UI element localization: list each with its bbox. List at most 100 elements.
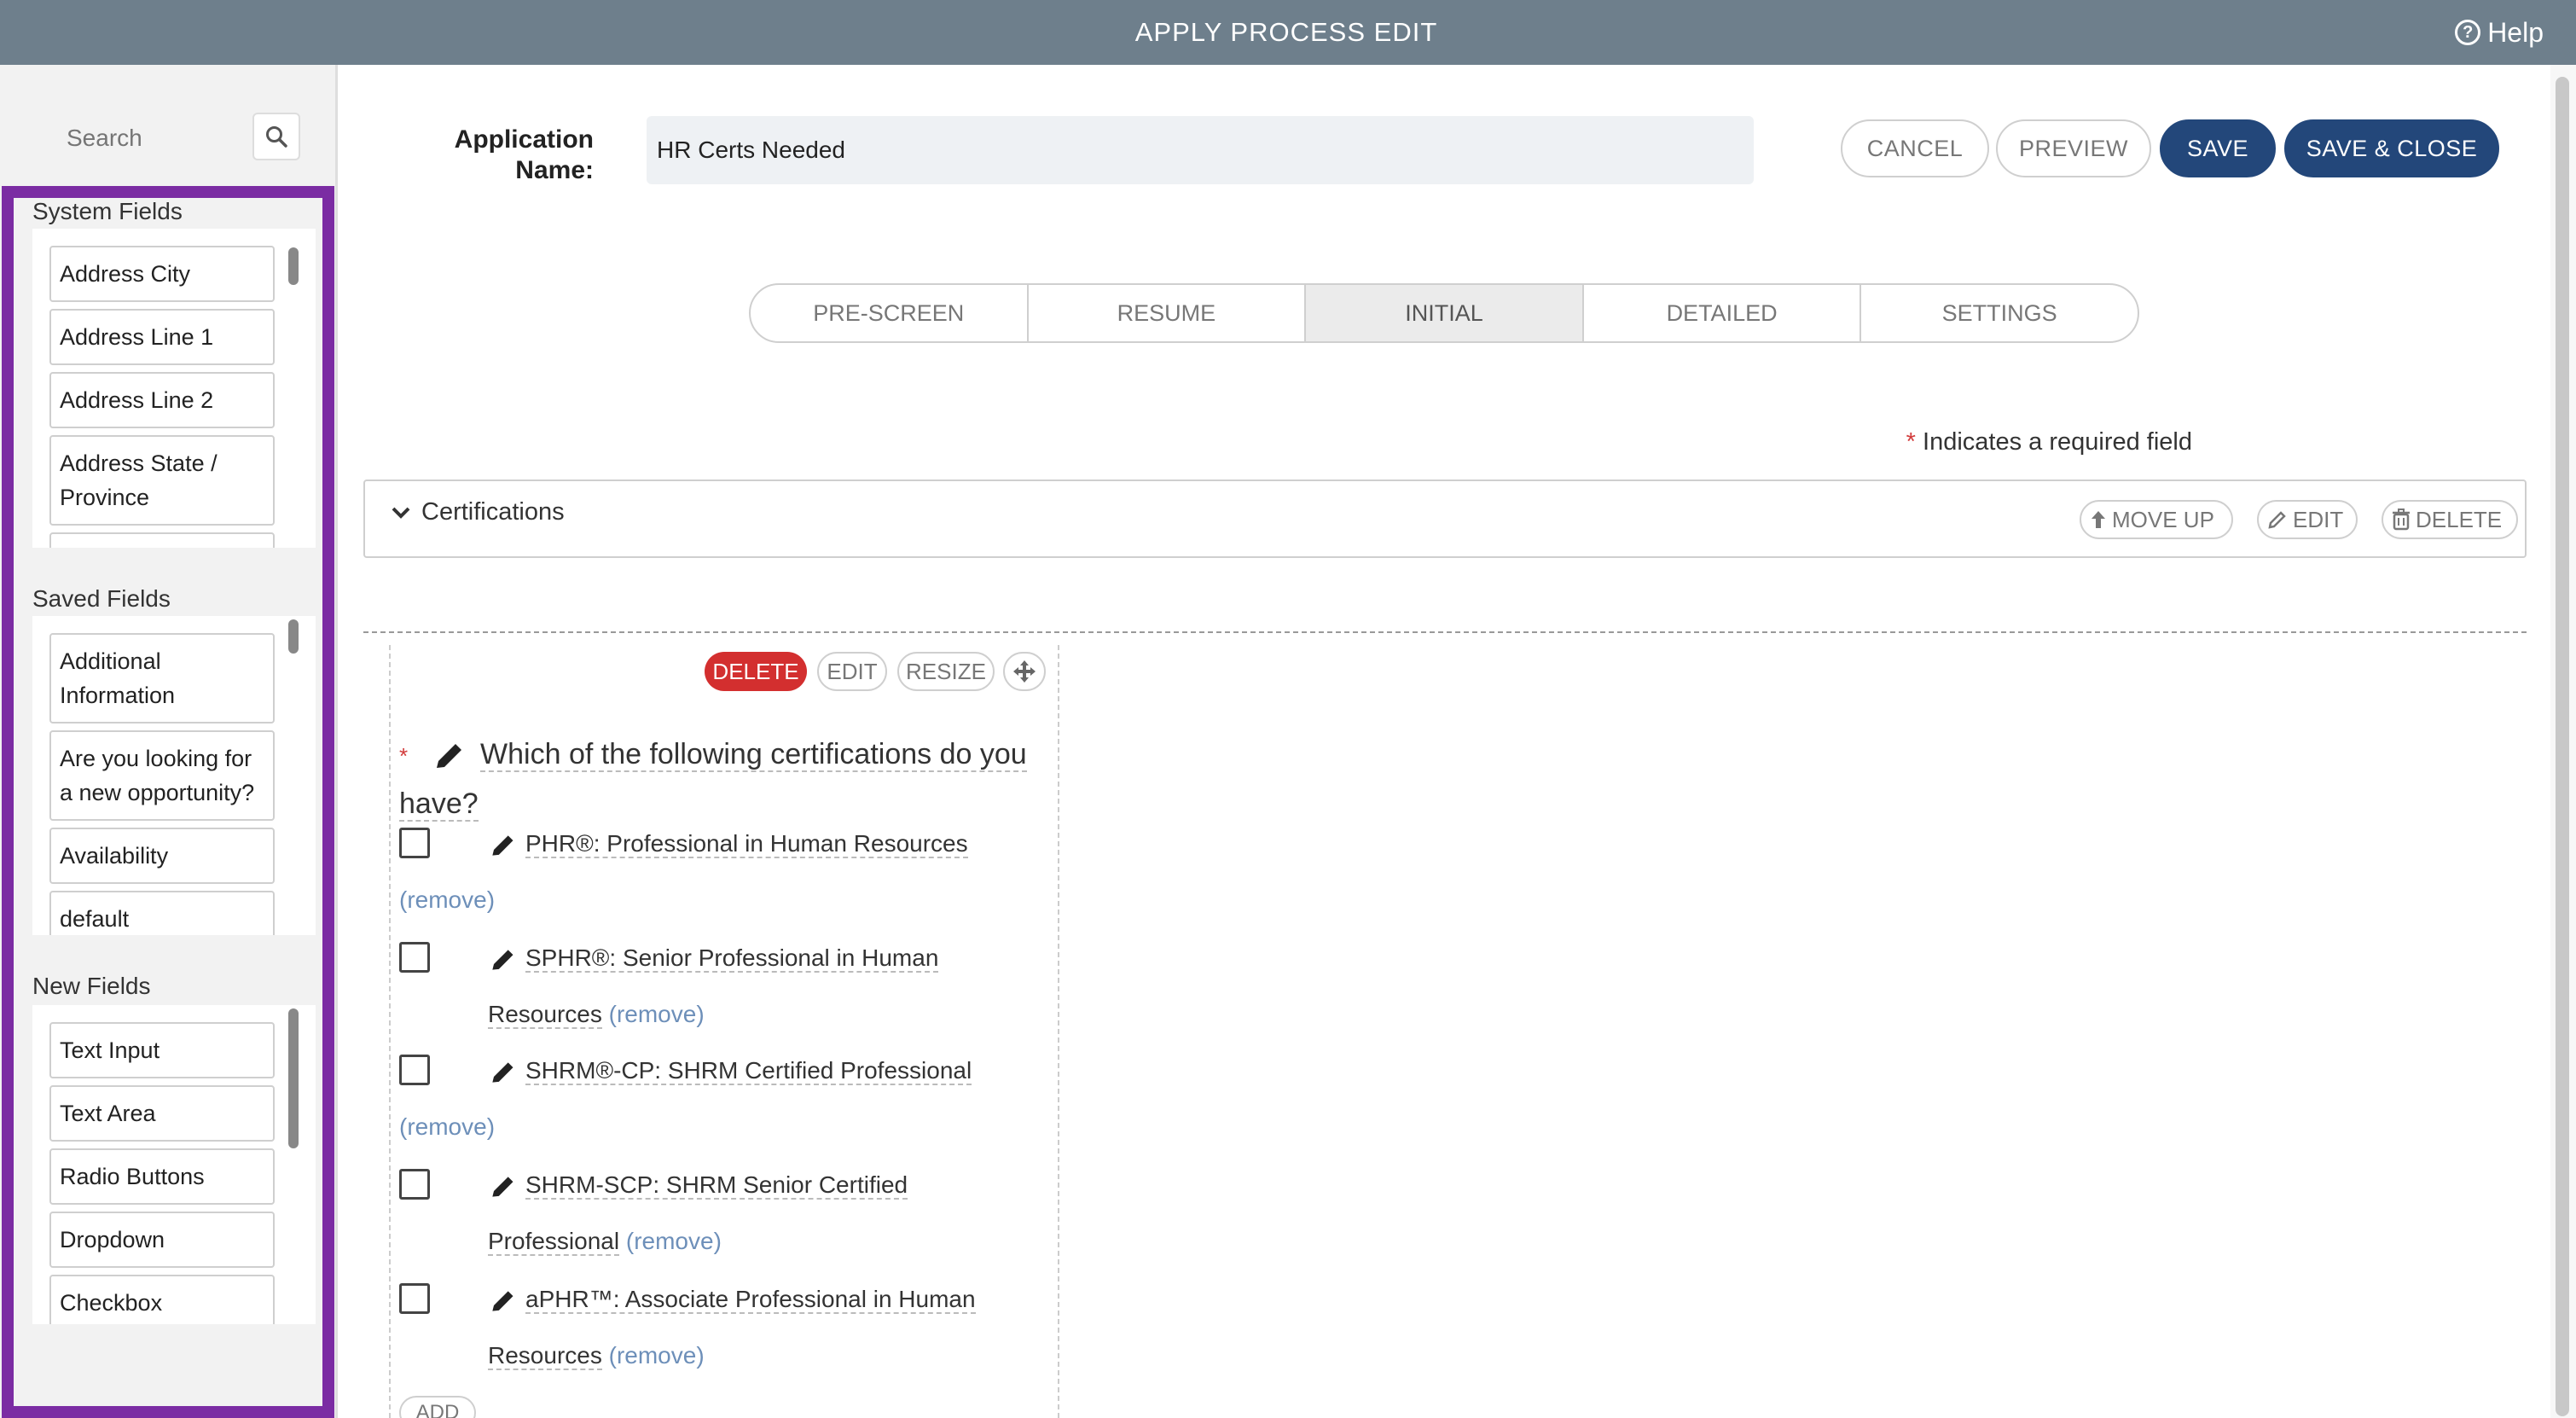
field-item-radio-buttons[interactable]: Radio Buttons [49, 1148, 275, 1205]
section-header-certifications: Certifications MOVE UP EDIT DELETE [363, 479, 2527, 558]
field-edit-button[interactable]: EDIT [817, 652, 887, 691]
option-row: aPHR™: Associate Professional in Human R… [399, 1271, 1047, 1384]
field-item-partial[interactable] [49, 532, 275, 548]
application-name-input[interactable]: HR Certs Needed [647, 116, 1754, 184]
option-remove-link[interactable]: (remove) [399, 1113, 495, 1140]
question-text: Which of the following certifications do… [399, 738, 1027, 822]
pencil-icon [2268, 511, 2286, 529]
group-title-saved-fields: Saved Fields [32, 585, 171, 612]
required-note-text: Indicates a required field [1923, 428, 2192, 456]
required-star: * [1906, 428, 1916, 456]
section-toggle[interactable]: Certifications [391, 498, 565, 526]
system-fields-scrollbar[interactable] [288, 247, 299, 285]
preview-button[interactable]: PREVIEW [1996, 119, 2151, 177]
section-edit-label: EDIT [2293, 506, 2344, 532]
field-item-new-opportunity[interactable]: Are you looking for a new opportunity? [49, 730, 275, 821]
group-title-system-fields: System Fields [32, 198, 183, 224]
field-item-address-line-1[interactable]: Address Line 1 [49, 309, 275, 365]
question-field-card: DELETE EDIT RESIZE * Which of the follow… [389, 645, 1059, 1418]
sidebar: System Fields Address City Address Line … [0, 65, 338, 1418]
option-label[interactable]: aPHR™: Associate Professional in Human R… [488, 1286, 976, 1370]
option-remove-link[interactable]: (remove) [609, 1001, 705, 1027]
option-row: PHR®: Professional in Human Resources (r… [399, 816, 1047, 928]
field-item-address-city[interactable]: Address City [49, 246, 275, 302]
chevron-down-icon [392, 507, 410, 519]
option-remove-link[interactable]: (remove) [399, 886, 495, 913]
arrow-up-icon [2092, 511, 2105, 528]
option-checkbox[interactable] [399, 1169, 430, 1200]
option-checkbox[interactable] [399, 828, 430, 858]
field-move-handle[interactable] [1003, 652, 1046, 691]
tab-initial[interactable]: INITIAL [1306, 285, 1584, 341]
new-fields-list: Text Input Text Area Radio Buttons Dropd… [32, 1005, 316, 1324]
tab-detailed[interactable]: DETAILED [1584, 285, 1862, 341]
search-button[interactable] [252, 113, 300, 160]
option-checkbox[interactable] [399, 942, 430, 973]
page-scrollbar-thumb[interactable] [2556, 77, 2569, 1416]
help-icon: ? [2455, 20, 2481, 45]
process-tabs: PRE-SCREEN RESUME INITIAL DETAILED SETTI… [749, 283, 2139, 343]
field-palette: System Fields Address City Address Line … [2, 186, 334, 1418]
field-item-additional-information[interactable]: Additional Information [49, 633, 275, 724]
field-item-text-area[interactable]: Text Area [49, 1085, 275, 1142]
drop-zone-divider [363, 631, 2527, 633]
trash-icon [2393, 509, 2410, 531]
pencil-icon [492, 1290, 513, 1311]
option-checkbox[interactable] [399, 1283, 430, 1314]
move-icon [1013, 660, 1036, 683]
add-option-button[interactable]: ADD [399, 1396, 476, 1418]
option-label[interactable]: PHR®: Professional in Human Resources [525, 830, 968, 858]
pencil-icon [492, 1061, 513, 1083]
pencil-icon [436, 744, 461, 769]
application-name-label: Application Name: [454, 125, 594, 184]
option-remove-link[interactable]: (remove) [626, 1228, 722, 1254]
field-item-dropdown[interactable]: Dropdown [49, 1212, 275, 1268]
field-item-address-state[interactable]: Address State / Province [49, 435, 275, 526]
section-delete-label: DELETE [2416, 506, 2503, 532]
cancel-button[interactable]: CANCEL [1841, 119, 1989, 177]
option-checkbox[interactable] [399, 1055, 430, 1085]
option-row: SHRM-SCP: SHRM Senior Certified Professi… [399, 1157, 1047, 1270]
question-label[interactable]: * Which of the following certifications … [399, 730, 1047, 828]
option-row: SPHR®: Senior Professional in Human Reso… [399, 930, 1047, 1043]
field-item-default[interactable]: default [49, 891, 275, 935]
tab-settings[interactable]: SETTINGS [1861, 285, 2138, 341]
top-bar: APPLY PROCESS EDIT ? Help [0, 0, 2576, 65]
search-box [31, 113, 300, 164]
question-required-star: * [399, 743, 409, 769]
field-delete-button[interactable]: DELETE [705, 652, 807, 691]
section-delete-button[interactable]: DELETE [2382, 500, 2518, 539]
option-row: SHRM®-CP: SHRM Certified Professional (r… [399, 1043, 1047, 1155]
section-title: Certifications [421, 498, 565, 526]
new-fields-scrollbar[interactable] [288, 1008, 299, 1148]
move-up-button[interactable]: MOVE UP [2080, 500, 2233, 539]
page-scrollbar[interactable] [2550, 65, 2576, 1418]
field-resize-button[interactable]: RESIZE [897, 652, 995, 691]
move-up-label: MOVE UP [2112, 506, 2214, 532]
tab-resume[interactable]: RESUME [1029, 285, 1307, 341]
group-title-new-fields: New Fields [32, 973, 151, 999]
pencil-icon [492, 834, 513, 856]
field-item-text-input[interactable]: Text Input [49, 1022, 275, 1078]
pencil-icon [492, 1176, 513, 1197]
help-link[interactable]: ? Help [2455, 15, 2544, 49]
field-item-address-line-2[interactable]: Address Line 2 [49, 372, 275, 428]
save-close-button[interactable]: SAVE & CLOSE [2284, 119, 2499, 177]
option-label[interactable]: SHRM®-CP: SHRM Certified Professional [525, 1057, 972, 1085]
tab-pre-screen[interactable]: PRE-SCREEN [751, 285, 1029, 341]
pencil-icon [492, 949, 513, 970]
save-button[interactable]: SAVE [2160, 119, 2276, 177]
saved-fields-scrollbar[interactable] [288, 619, 299, 654]
search-input[interactable] [31, 113, 247, 164]
saved-fields-list: Additional Information Are you looking f… [32, 616, 316, 935]
field-item-checkbox[interactable]: Checkbox [49, 1275, 275, 1324]
help-label: Help [2487, 16, 2544, 48]
option-remove-link[interactable]: (remove) [609, 1342, 705, 1369]
required-field-note: * Indicates a required field [1906, 428, 2192, 456]
page-title: APPLY PROCESS EDIT [1134, 17, 1438, 47]
search-icon [266, 126, 287, 148]
option-label[interactable]: SPHR®: Senior Professional in Human Reso… [488, 944, 939, 1029]
section-edit-button[interactable]: EDIT [2257, 500, 2358, 539]
system-fields-list: Address City Address Line 1 Address Line… [32, 229, 316, 548]
field-item-availability[interactable]: Availability [49, 828, 275, 884]
